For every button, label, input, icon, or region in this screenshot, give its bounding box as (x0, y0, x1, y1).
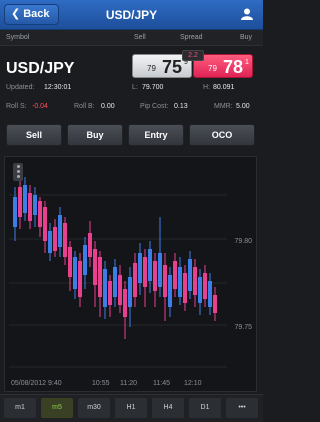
sell-price-prefix: 79 (147, 64, 156, 73)
bullish-candle (198, 277, 202, 303)
entry-button[interactable]: Entry (128, 124, 184, 146)
price-axis-label: 79.75 (234, 324, 252, 331)
bearish-candle (143, 257, 147, 287)
bullish-candle (208, 281, 212, 307)
bullish-candle (148, 249, 152, 281)
bullish-candle (83, 245, 87, 275)
time-axis-label: 11:20 (120, 380, 137, 387)
bullish-candle (58, 215, 62, 247)
bullish-candle (138, 253, 142, 283)
roll-s-value: -0.04 (32, 103, 48, 110)
tab-m1[interactable]: m1 (4, 398, 36, 418)
pip-cost-value: 0.13 (174, 103, 188, 110)
high-label: H: (203, 84, 210, 91)
bearish-candle (123, 289, 127, 317)
tab-m30[interactable]: m30 (78, 398, 110, 418)
column-headers: Symbol Sell Spread Buy (0, 30, 263, 46)
bullish-candle (128, 277, 132, 307)
tab-h4[interactable]: H4 (152, 398, 184, 418)
time-axis-label: 12:10 (184, 380, 202, 387)
user-icon[interactable] (241, 8, 253, 20)
bullish-candle (33, 195, 37, 215)
more-timeframes-button[interactable]: ••• (226, 398, 258, 418)
low-label: L: (132, 84, 138, 91)
tab-h1[interactable]: H1 (115, 398, 147, 418)
bearish-candle (38, 201, 42, 227)
buy-price-prefix: 79 (208, 64, 217, 73)
price-chart[interactable]: 79.80 79.75 05/08/2012 9:40 10:55 11:20 … (4, 156, 257, 392)
bullish-candle (23, 185, 27, 213)
top-bar: ❮ Back USD/JPY (0, 0, 263, 30)
time-axis-label: 10:55 (92, 380, 110, 387)
bearish-candle (18, 187, 22, 217)
bearish-candle (108, 281, 112, 305)
bearish-candle (213, 295, 217, 313)
updated-label: Updated: (6, 84, 35, 91)
updated-value: 12:30:01 (44, 84, 72, 91)
bearish-candle (118, 275, 122, 305)
bullish-candle (13, 197, 17, 227)
mmr-value: 5.00 (236, 103, 250, 110)
roll-b-value: 0.00 (101, 103, 115, 110)
sell-column-header: Sell (134, 34, 146, 41)
oco-button[interactable]: OCO (189, 124, 255, 146)
mmr-label: MMR: (214, 103, 233, 110)
bearish-candle (63, 223, 67, 257)
sell-button[interactable]: Sell (6, 124, 62, 146)
buy-button[interactable]: Buy (67, 124, 123, 146)
bearish-candle (203, 273, 207, 299)
bearish-candle (133, 263, 137, 297)
buy-price-big: 78 (223, 57, 244, 77)
buy-price-pip: 1 (245, 59, 249, 66)
sell-price-big: 75 (162, 57, 183, 77)
tab-d1[interactable]: D1 (189, 398, 221, 418)
price-axis-label: 79.80 (234, 238, 252, 245)
bearish-candle (78, 261, 82, 297)
currency-pair: USD/JPY (6, 60, 75, 77)
bearish-candle (153, 261, 157, 291)
order-actions: Sell Buy Entry OCO (0, 124, 263, 148)
bullish-candle (158, 253, 162, 287)
bearish-candle (93, 249, 97, 285)
bullish-candle (188, 259, 192, 291)
buy-column-header: Buy (240, 34, 253, 41)
bullish-candle (113, 267, 117, 297)
tab-m5[interactable]: m5 (41, 398, 73, 418)
low-value: 79.700 (142, 84, 164, 91)
roll-s-label: Roll S: (6, 103, 27, 110)
bullish-candle (103, 269, 107, 307)
bearish-candle (43, 207, 47, 241)
drag-handle-icon[interactable] (13, 163, 23, 181)
roll-b-label: Roll B: (74, 103, 95, 110)
time-axis-label: 11:45 (153, 380, 170, 387)
bullish-candle (178, 267, 182, 297)
spread-column-header: Spread (180, 34, 203, 41)
bearish-candle (183, 273, 187, 303)
bearish-candle (53, 227, 57, 251)
spread-badge: 2.2 (182, 50, 204, 61)
bearish-candle (28, 193, 32, 221)
bearish-candle (88, 233, 92, 257)
high-value: 80.091 (213, 84, 235, 91)
bearish-candle (193, 267, 197, 295)
bearish-candle (68, 247, 72, 277)
bearish-candle (173, 261, 177, 289)
timeframe-bar: m1 m5 m30 H1 H4 D1 ••• (0, 394, 263, 422)
page-title: USD/JPY (105, 8, 158, 22)
bullish-candle (48, 231, 52, 253)
symbol-column-header: Symbol (6, 34, 30, 41)
pip-cost-label: Pip Cost: (140, 103, 169, 110)
bullish-candle (73, 257, 77, 289)
bullish-candle (168, 275, 172, 307)
time-axis-label: 05/08/2012 9:40 (11, 380, 62, 387)
bearish-candle (98, 257, 102, 297)
bearish-candle (163, 265, 167, 297)
candlestick-chart[interactable]: 79.80 79.75 05/08/2012 9:40 10:55 11:20 … (5, 157, 258, 393)
